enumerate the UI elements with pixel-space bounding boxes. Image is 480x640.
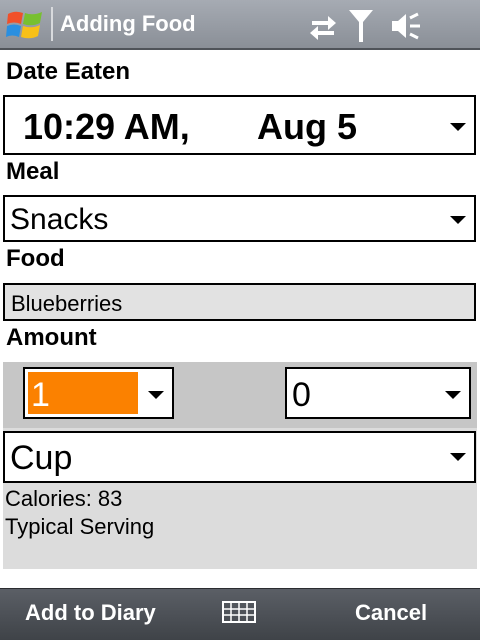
amount-fraction-dropdown[interactable]: 0: [285, 367, 471, 419]
windows-start-icon[interactable]: [6, 8, 44, 42]
signal-antenna-icon[interactable]: [348, 9, 374, 43]
date-eaten-label: Date Eaten: [6, 58, 131, 85]
date-time-value: 10:29 AM,: [23, 106, 190, 147]
unit-value: Cup: [10, 439, 73, 477]
chevron-down-icon: [450, 216, 466, 224]
chevron-down-icon: [148, 391, 164, 399]
date-day-value: Aug 5: [257, 106, 358, 147]
window-title: Adding Food: [60, 11, 196, 36]
calories-text: Calories: 83: [5, 486, 123, 511]
add-to-diary-button[interactable]: Add to Diary: [25, 600, 156, 626]
meal-dropdown[interactable]: Snacks: [3, 195, 476, 242]
chevron-down-icon: [450, 453, 466, 461]
volume-icon[interactable]: [390, 11, 422, 41]
amount-whole-value: 1: [31, 376, 50, 414]
chevron-down-icon: [445, 391, 461, 399]
keyboard-icon[interactable]: [222, 601, 256, 623]
meal-label: Meal: [6, 158, 60, 185]
cancel-button[interactable]: Cancel: [355, 600, 427, 626]
meal-value: Snacks: [10, 203, 109, 236]
food-label: Food: [6, 245, 65, 272]
food-field: Blueberries: [3, 283, 476, 321]
amount-fraction-value: 0: [292, 376, 311, 414]
date-time-picker[interactable]: 10:29 AM, Aug 5: [3, 95, 476, 155]
food-value: Blueberries: [11, 291, 123, 316]
unit-dropdown[interactable]: Cup: [3, 431, 476, 483]
title-separator: [51, 7, 53, 41]
serving-note: Typical Serving: [5, 514, 155, 539]
sync-icon[interactable]: [308, 11, 338, 41]
chevron-down-icon: [450, 123, 466, 131]
amount-label: Amount: [6, 324, 97, 351]
amount-whole-dropdown[interactable]: 1: [23, 367, 174, 419]
